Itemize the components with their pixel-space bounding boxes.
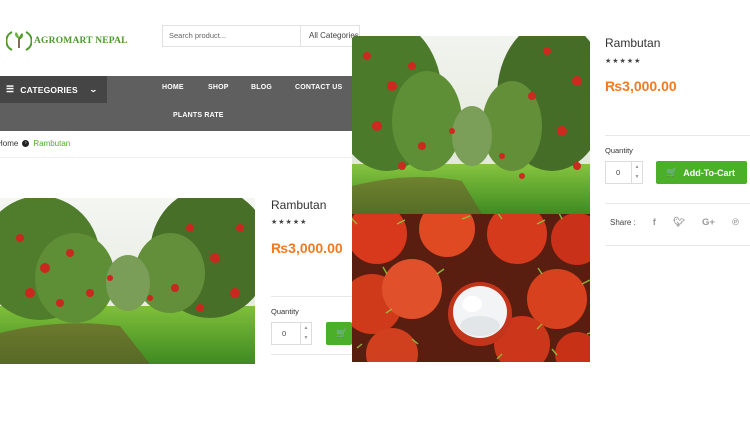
divider — [271, 296, 352, 297]
list-icon: ☰ — [6, 84, 15, 94]
chevron-down-icon: ⌄ — [89, 85, 99, 94]
share-label: Share : — [610, 218, 636, 227]
breadcrumb: Home › Rambutan — [0, 139, 70, 148]
orchard-photo — [352, 36, 590, 214]
rambutan-fruit-photo — [352, 214, 590, 362]
rating-stars: ★★★★★ — [271, 219, 308, 226]
share-bar: Share : f 🐦︎ G+ ℗ — [610, 217, 739, 228]
divider — [271, 354, 352, 355]
product-price: ₨3,000.00 — [605, 78, 677, 94]
divider — [605, 203, 750, 204]
product-image-orchard[interactable] — [352, 36, 590, 214]
nav-blog[interactable]: BLOG — [251, 84, 272, 91]
product-image[interactable] — [0, 198, 255, 364]
nav-shop[interactable]: SHOP — [208, 84, 229, 91]
nav-home[interactable]: HOME — [162, 84, 184, 91]
cart-icon: 🛒 — [666, 167, 678, 177]
quantity-stepper[interactable]: 0 ▲ ▼ — [605, 161, 643, 184]
cart-icon: 🛒 — [336, 328, 348, 338]
stepper-arrows-icon[interactable]: ▲ ▼ — [300, 323, 311, 344]
search-input[interactable]: Search product... — [162, 25, 300, 47]
quantity-label: Quantity — [605, 146, 633, 155]
add-to-cart-button[interactable]: 🛒 Add-To-Cart — [656, 161, 747, 184]
rating-stars: ★★★★★ — [605, 58, 642, 65]
main-navbar: ☰ CATEGORIES ⌄ HOME SHOP BLOG CONTACT US… — [0, 76, 352, 131]
chevron-right-icon: › — [22, 140, 30, 147]
product-title: Rambutan — [271, 198, 327, 212]
divider — [0, 157, 352, 158]
category-select[interactable]: All Categories — [300, 25, 360, 47]
orchard-photo — [0, 198, 255, 364]
add-to-cart-label: Add-To-Cart — [683, 167, 736, 178]
divider — [605, 135, 750, 136]
breadcrumb-current: Rambutan — [33, 139, 71, 148]
quantity-stepper[interactable]: 0 ▲ ▼ — [271, 322, 312, 345]
google-plus-icon[interactable]: G+ — [702, 217, 715, 228]
leaf-logo-icon — [6, 31, 32, 51]
product-title: Rambutan — [605, 36, 661, 50]
quantity-value: 0 — [616, 168, 621, 177]
facebook-icon[interactable]: f — [653, 217, 656, 228]
brand-name: AGROMART NEPAL — [34, 36, 128, 46]
site-logo[interactable]: AGROMART NEPAL — [6, 28, 128, 54]
product-price: ₨3,000.00 — [271, 240, 343, 256]
product-image-fruit[interactable] — [352, 214, 590, 362]
add-to-cart-button-partial[interactable]: 🛒 — [326, 322, 352, 345]
divider — [605, 245, 750, 246]
twitter-icon[interactable]: 🐦︎ — [673, 217, 685, 228]
quantity-value: 0 — [282, 329, 287, 338]
nav-contact-us[interactable]: CONTACT US — [295, 84, 342, 91]
pinterest-icon[interactable]: ℗ — [732, 217, 739, 228]
stepper-arrows-icon[interactable]: ▲ ▼ — [631, 162, 642, 183]
categories-label: CATEGORIES — [20, 84, 78, 95]
breadcrumb-home[interactable]: Home — [0, 139, 18, 148]
quantity-label: Quantity — [271, 307, 299, 316]
categories-button[interactable]: ☰ CATEGORIES ⌄ — [0, 76, 107, 103]
nav-plants-rate[interactable]: PLANTS RATE — [173, 112, 224, 119]
